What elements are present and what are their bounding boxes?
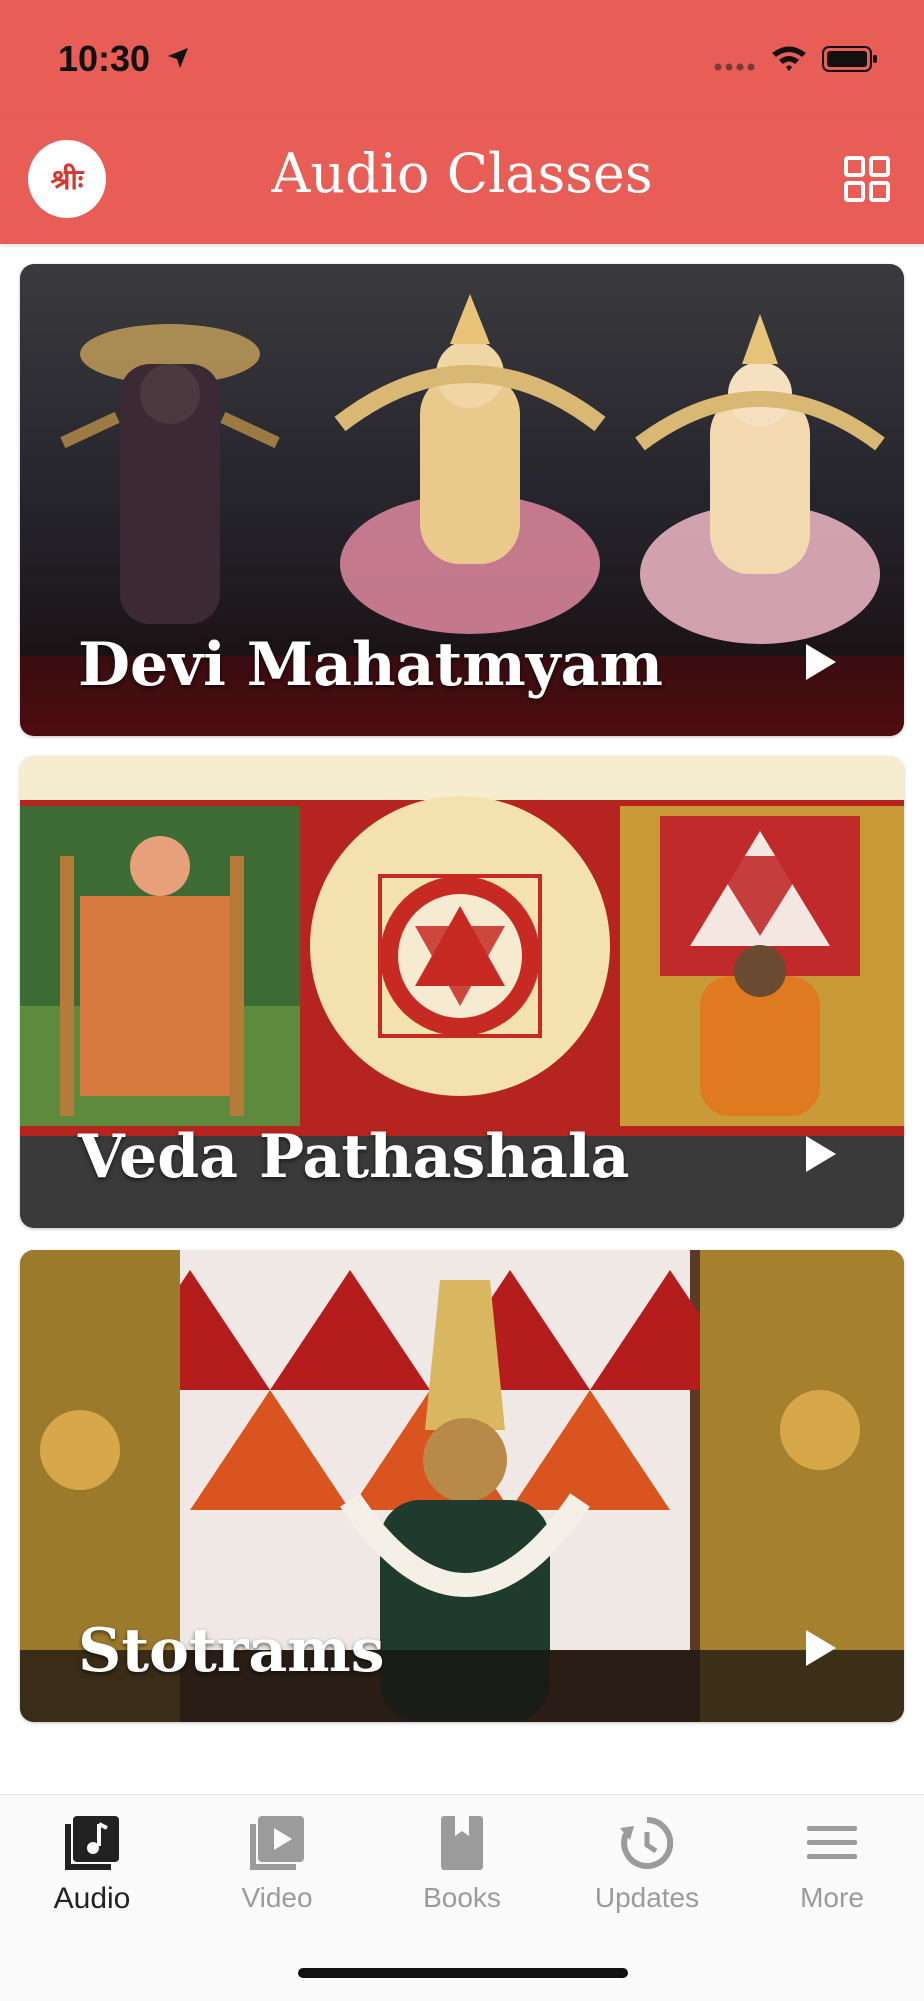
page-title: Audio Classes	[271, 142, 653, 205]
tab-label: Books	[423, 1882, 501, 1913]
class-card-stotrams[interactable]: Stotrams	[20, 1250, 904, 1722]
hamburger-menu-icon	[807, 1826, 857, 1859]
card-title: Veda Pathashala	[78, 1122, 630, 1192]
card-title: Devi Mahatmyam	[78, 630, 663, 700]
tab-label: Video	[241, 1882, 313, 1913]
music-note-icon	[65, 1816, 119, 1870]
play-icon[interactable]	[804, 1134, 838, 1174]
book-icon	[441, 1816, 483, 1870]
wifi-icon	[772, 46, 806, 71]
history-icon	[620, 1816, 674, 1869]
tab-video[interactable]: Video	[185, 1814, 369, 1934]
tab-books[interactable]: Books	[370, 1814, 554, 1934]
video-play-icon	[250, 1816, 304, 1870]
class-card-devi-mahatmyam[interactable]: Devi Mahatmyam	[20, 264, 904, 736]
status-bar: 10:30	[0, 0, 924, 118]
tab-audio[interactable]: Audio	[0, 1814, 184, 1934]
status-time: 10:30	[58, 38, 151, 79]
battery-icon	[822, 46, 877, 72]
card-title: Stotrams	[78, 1616, 385, 1686]
tab-updates[interactable]: Updates	[555, 1814, 739, 1934]
location-arrow-icon	[168, 48, 188, 68]
home-indicator	[298, 1968, 628, 1978]
play-icon[interactable]	[804, 642, 838, 682]
tab-more[interactable]: More	[740, 1814, 924, 1934]
tab-label: More	[800, 1882, 864, 1913]
tab-label: Updates	[594, 1882, 700, 1913]
tab-label: Audio	[53, 1882, 131, 1915]
class-card-veda-pathashala[interactable]: Veda Pathashala	[20, 756, 904, 1228]
cellular-signal-icon	[714, 63, 755, 71]
play-icon[interactable]	[804, 1628, 838, 1668]
grid-view-icon[interactable]	[844, 156, 890, 202]
